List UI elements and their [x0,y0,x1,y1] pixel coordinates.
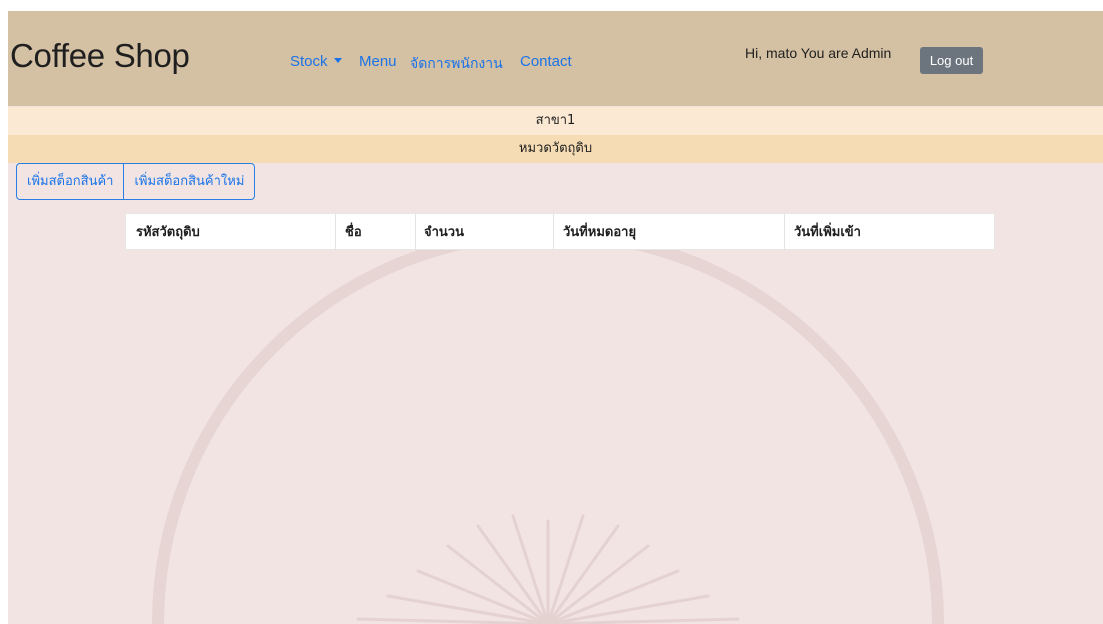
column-divider [784,214,785,251]
column-divider [415,214,416,251]
column-header-added-date: วันที่เพิ่มเข้า [794,225,861,240]
page-background: Coffee Shop Stock Menu จัดการพนักงาน Con… [8,11,1103,624]
logout-button[interactable]: Log out [920,47,983,74]
column-divider [335,214,336,251]
add-new-stock-button[interactable]: เพิ่มสต็อกสินค้าใหม่ [123,164,254,199]
branch-bar: สาขา1 [8,107,1103,135]
column-header-expiry-date: วันที่หมดอายุ [563,225,637,240]
brand-title[interactable]: Coffee Shop [10,37,190,75]
navbar: Coffee Shop Stock Menu จัดการพนักงาน Con… [8,11,1103,106]
nav-stock-dropdown[interactable]: Stock [290,53,342,70]
stock-actions-group: เพิ่มสต็อกสินค้า เพิ่มสต็อกสินค้าใหม่ [16,163,256,200]
nav-stock-label: Stock [290,53,328,70]
nav-contact-link[interactable]: Contact [520,53,572,70]
nav-menu-link[interactable]: Menu [359,53,397,70]
column-divider [553,214,554,251]
add-stock-button[interactable]: เพิ่มสต็อกสินค้า [17,164,123,199]
column-header-code: รหัสวัตถุดิบ [136,225,200,240]
chevron-down-icon [333,57,342,63]
stock-table: รหัสวัตถุดิบ ชื่อ จำนวน วันที่หมดอายุ วั… [125,213,995,251]
column-header-name: ชื่อ [345,225,362,240]
category-bar: หมวดวัตถุดิบ [8,135,1103,163]
nav-staff-link[interactable]: จัดการพนักงาน [410,53,503,75]
column-header-quantity: จำนวน [424,225,464,240]
user-greeting: Hi, mato You are Admin [745,45,892,61]
